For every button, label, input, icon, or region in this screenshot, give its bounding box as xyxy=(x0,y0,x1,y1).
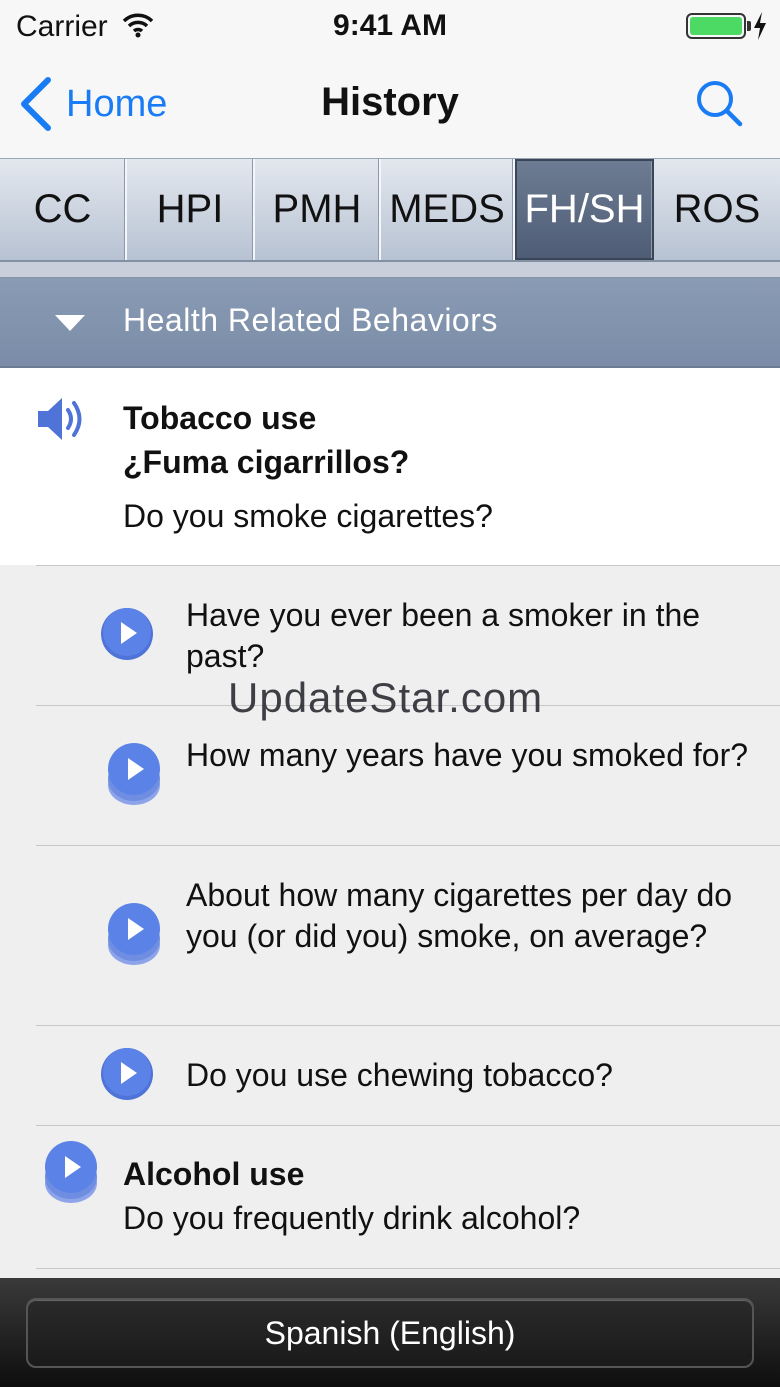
speaker-icon[interactable] xyxy=(36,394,90,444)
question-text: How many years have you smoked for? xyxy=(186,737,749,773)
question-row[interactable]: Do you use chewing tobacco? xyxy=(0,1025,780,1125)
tab-hpi[interactable]: HPI xyxy=(127,159,255,260)
status-bar: Carrier 9:41 AM xyxy=(0,0,780,52)
section-title: Health Related Behaviors xyxy=(123,302,498,338)
bottom-toolbar: Spanish (English) xyxy=(0,1278,780,1387)
question-text: Do you use chewing tobacco? xyxy=(186,1057,613,1093)
section-header-health-behaviors[interactable]: Health Related Behaviors xyxy=(0,278,780,368)
question-text: Have you ever been a smoker in the past? xyxy=(186,597,701,674)
play-stack-icon[interactable] xyxy=(106,741,162,811)
tobacco-title: Tobacco use xyxy=(123,400,317,436)
search-icon[interactable] xyxy=(694,78,744,128)
tobacco-spanish-question: ¿Fuma cigarrillos? xyxy=(123,444,410,480)
tab-ros[interactable]: ROS xyxy=(654,159,780,260)
navigation-bar: Home History xyxy=(0,52,780,158)
battery-tip xyxy=(747,21,751,31)
tab-divider xyxy=(0,262,780,278)
charging-bolt-icon xyxy=(754,12,766,40)
tobacco-english-question: Do you smoke cigarettes? xyxy=(123,498,493,534)
play-stack-icon[interactable] xyxy=(106,901,162,971)
alcohol-title: Alcohol use xyxy=(123,1156,305,1192)
play-stack-icon[interactable] xyxy=(43,1139,99,1209)
battery-icon xyxy=(686,13,746,39)
tab-meds[interactable]: MEDS xyxy=(381,159,515,260)
alcohol-question: Do you frequently drink alcohol? xyxy=(123,1200,581,1236)
page-title: History xyxy=(321,80,459,124)
tab-pmh[interactable]: PMH xyxy=(255,159,381,260)
tab-fh-sh[interactable]: FH/SH xyxy=(515,159,654,260)
question-row[interactable]: About how many cigarettes per day do you… xyxy=(0,845,780,1025)
history-tabs: CC HPI PMH MEDS FH/SH ROS xyxy=(0,158,780,262)
tab-cc[interactable]: CC xyxy=(0,159,127,260)
clock: 9:41 AM xyxy=(333,9,447,42)
question-row[interactable]: How many years have you smoked for? xyxy=(0,705,780,845)
language-button[interactable]: Spanish (English) xyxy=(26,1298,754,1368)
disclosure-triangle-icon xyxy=(55,315,85,331)
watermark: UpdateStar.com xyxy=(228,674,544,721)
play-icon[interactable] xyxy=(99,1046,155,1102)
question-text: About how many cigarettes per day do you… xyxy=(186,877,733,954)
play-icon[interactable] xyxy=(99,606,155,662)
